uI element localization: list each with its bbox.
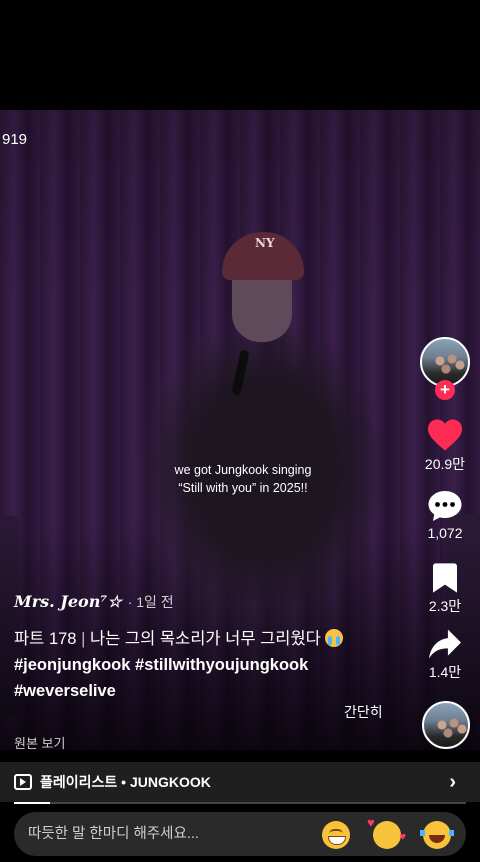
hashtag-weverselive[interactable]: #weverselive [14, 682, 116, 700]
crying-emoji-icon [325, 629, 344, 647]
share-icon [429, 629, 461, 659]
bookmark-icon [433, 563, 457, 593]
chevron-right-icon: › [449, 771, 456, 793]
caption-line-1: we got Jungkook singing [174, 463, 312, 477]
description-text: 나는 그의 목소리가 너무 그리웠다 [89, 630, 321, 648]
save-count: 2.3만 [428, 598, 462, 614]
video-caption: we got Jungkook singing “Still with you”… [150, 461, 336, 497]
comment-button[interactable]: 1,072 [415, 489, 475, 541]
tears-of-joy-emoji-icon[interactable] [420, 821, 454, 849]
view-original-link[interactable]: 원본 보기 [14, 733, 65, 752]
hashtag-line-1: #jeonjungkook #stillwithyoujungkook [14, 652, 404, 678]
comment-bar [0, 806, 480, 862]
comment-icon [428, 491, 462, 521]
post-time: · 1일 전 [127, 594, 174, 610]
like-count: 20.9만 [424, 456, 466, 472]
description-part: 파트 178 [14, 630, 77, 648]
save-button[interactable]: 2.3만 [415, 562, 475, 616]
grinning-emoji-icon[interactable] [322, 821, 350, 849]
video-progress-fill [14, 802, 51, 804]
smiling-hearts-emoji-icon[interactable] [367, 815, 406, 849]
video-subject-body [140, 300, 390, 600]
post-description: 파트 178 | 나는 그의 목소리가 너무 그리웠다 #jeonjungkoo… [14, 626, 404, 704]
cap-logo: NY [255, 236, 275, 250]
playlist-label: 플레이리스트 • JUNGKOOK [40, 774, 211, 790]
caption-line-2: “Still with you” in 2025!! [178, 481, 308, 495]
hashtag-stillwithyoujungkook[interactable]: #stillwithyoujungkook [135, 656, 308, 674]
share-count: 1.4만 [428, 664, 462, 680]
comment-count: 1,072 [427, 525, 463, 541]
hashtag-line-2: #weverselive [14, 678, 404, 704]
playlist-bar[interactable]: 플레이리스트 • JUNGKOOK › [0, 762, 480, 802]
collapse-button[interactable]: 간단히 [344, 702, 383, 722]
heart-icon [428, 419, 462, 451]
follow-button[interactable]: + [435, 380, 455, 400]
share-button[interactable]: 1.4만 [415, 628, 475, 682]
author-row: Mrs. Jeon⁷☆ · 1일 전 [14, 592, 174, 612]
playlist-icon [14, 774, 32, 790]
video-counter: 919 [2, 131, 28, 148]
video-progress-bar[interactable] [14, 802, 466, 804]
description-separator: | [81, 630, 86, 648]
sound-avatar[interactable] [422, 701, 470, 749]
hashtag-jeonjungkook[interactable]: #jeonjungkook [14, 656, 130, 674]
description-line: 파트 178 | 나는 그의 목소리가 너무 그리웠다 [14, 626, 404, 652]
video-subject-face [232, 272, 292, 342]
like-button[interactable]: 20.9만 [415, 418, 475, 474]
author-username[interactable]: Mrs. Jeon⁷☆ [14, 592, 122, 611]
